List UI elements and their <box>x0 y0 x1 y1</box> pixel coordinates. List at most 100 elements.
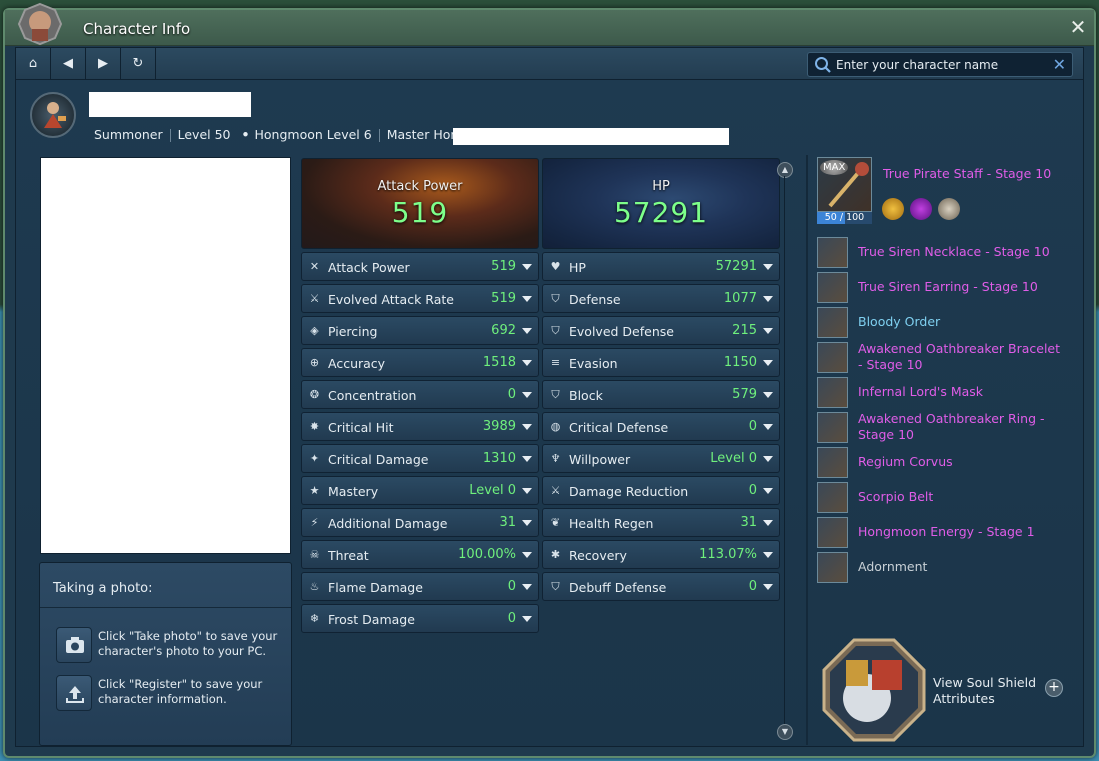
gem-slot-2-icon[interactable] <box>910 198 932 220</box>
stat-row[interactable]: ♥ HP 57291 <box>542 252 780 281</box>
dropdown-arrow-icon[interactable] <box>763 392 773 398</box>
shield-icon: ⛉ <box>551 292 560 305</box>
stats-scrollbar[interactable]: ▲ ▼ <box>776 158 794 744</box>
equipment-item-icon[interactable] <box>817 447 848 478</box>
upload-icon[interactable] <box>56 675 92 711</box>
equipment-item-icon[interactable] <box>817 552 848 583</box>
dropdown-arrow-icon[interactable] <box>522 584 532 590</box>
dropdown-arrow-icon[interactable] <box>522 360 532 366</box>
stat-row[interactable]: ❂ Concentration 0 <box>301 380 539 409</box>
dropdown-arrow-icon[interactable] <box>522 616 532 622</box>
weapon-name[interactable]: True Pirate Staff - Stage 10 <box>883 166 1051 181</box>
weapon-slot[interactable]: MAX <box>817 157 872 212</box>
stat-row[interactable]: ♆ Willpower Level 0 <box>542 444 780 473</box>
window-title: Character Info <box>83 20 191 38</box>
dropdown-arrow-icon[interactable] <box>763 328 773 334</box>
equipment-item-icon[interactable] <box>817 237 848 268</box>
willpower-icon: ♆ <box>550 452 561 465</box>
dropdown-arrow-icon[interactable] <box>763 264 773 270</box>
equipment-item-icon[interactable] <box>817 412 848 443</box>
soul-shield-icon[interactable] <box>822 638 926 742</box>
stat-row[interactable]: ✱ Recovery 113.07% <box>542 540 780 569</box>
back-icon[interactable]: ◀ <box>51 48 86 80</box>
equipment-item[interactable]: Bloody Order <box>817 306 1067 339</box>
stat-row[interactable]: ◈ Piercing 692 <box>301 316 539 345</box>
gem-slot-1-icon[interactable] <box>882 198 904 220</box>
dropdown-arrow-icon[interactable] <box>763 488 773 494</box>
equipment-item-icon[interactable] <box>817 517 848 548</box>
equipment-item-icon[interactable] <box>817 342 848 373</box>
equipment-item[interactable]: True Siren Necklace - Stage 10 <box>817 236 1067 269</box>
equipment-item[interactable]: Infernal Lord's Mask <box>817 376 1067 409</box>
concentration-icon: ❂ <box>309 388 320 401</box>
dropdown-arrow-icon[interactable] <box>763 456 773 462</box>
dropdown-arrow-icon[interactable] <box>522 488 532 494</box>
evasion-icon: ≡ <box>550 356 561 369</box>
stat-value: 0 <box>507 611 516 626</box>
stat-row[interactable]: ☠ Threat 100.00% <box>301 540 539 569</box>
stat-row[interactable]: ⊕ Accuracy 1518 <box>301 348 539 377</box>
equipment-item-name: Hongmoon Energy - Stage 1 <box>858 524 1035 539</box>
stat-row[interactable]: ❦ Health Regen 31 <box>542 508 780 537</box>
guild-name-redacted <box>453 128 729 145</box>
refresh-icon[interactable]: ↻ <box>121 48 156 80</box>
stat-row[interactable]: ⛉ Evolved Defense 215 <box>542 316 780 345</box>
equipment-item[interactable]: Scorpio Belt <box>817 481 1067 514</box>
search-input[interactable] <box>836 55 1036 75</box>
stat-row[interactable]: ✸ Critical Hit 3989 <box>301 412 539 441</box>
equipment-item[interactable]: Adornment <box>817 551 1067 584</box>
stat-label: Additional Damage <box>328 516 448 531</box>
dropdown-arrow-icon[interactable] <box>522 552 532 558</box>
stat-row[interactable]: ⚔ Damage Reduction 0 <box>542 476 780 505</box>
equipment-item-icon[interactable] <box>817 307 848 338</box>
equipment-item-icon[interactable] <box>817 272 848 303</box>
title-bar[interactable]: Character Info ✕ <box>5 2 1094 46</box>
home-icon[interactable]: ⌂ <box>16 48 51 80</box>
equipment-item-icon[interactable] <box>817 377 848 408</box>
stat-row[interactable]: ♨ Flame Damage 0 <box>301 572 539 601</box>
plus-icon[interactable]: + <box>1045 679 1063 697</box>
equipment-item-icon[interactable] <box>817 482 848 513</box>
equipment-item[interactable]: Regium Corvus <box>817 446 1067 479</box>
scroll-up-icon[interactable]: ▲ <box>777 162 793 178</box>
equipment-item-name: Adornment <box>858 559 928 574</box>
dropdown-arrow-icon[interactable] <box>763 424 773 430</box>
dropdown-arrow-icon[interactable] <box>522 296 532 302</box>
frost-icon: ❄ <box>309 612 320 625</box>
equipment-item[interactable]: True Siren Earring - Stage 10 <box>817 271 1067 304</box>
stat-value: 113.07% <box>699 547 757 562</box>
scroll-track[interactable] <box>784 176 785 724</box>
equipment-item[interactable]: Awakened Oathbreaker Bracelet - Stage 10 <box>817 341 1067 374</box>
clear-search-icon[interactable]: ✕ <box>1053 55 1066 74</box>
dropdown-arrow-icon[interactable] <box>522 392 532 398</box>
stat-row[interactable]: ⛉ Block 579 <box>542 380 780 409</box>
dropdown-arrow-icon[interactable] <box>763 296 773 302</box>
stat-row[interactable]: ✦ Critical Damage 1310 <box>301 444 539 473</box>
stat-row[interactable]: ⛉ Defense 1077 <box>542 284 780 313</box>
attack-power-banner: Attack Power 519 <box>301 158 539 249</box>
stat-row[interactable]: ⛉ Debuff Defense 0 <box>542 572 780 601</box>
dropdown-arrow-icon[interactable] <box>763 552 773 558</box>
stat-row[interactable]: ⚔ Evolved Attack Rate 519 <box>301 284 539 313</box>
equipment-item[interactable]: Hongmoon Energy - Stage 1 <box>817 516 1067 549</box>
camera-icon[interactable] <box>56 627 92 663</box>
dropdown-arrow-icon[interactable] <box>522 328 532 334</box>
forward-icon[interactable]: ▶ <box>86 48 121 80</box>
dropdown-arrow-icon[interactable] <box>522 456 532 462</box>
stat-row[interactable]: ⚡ Additional Damage 31 <box>301 508 539 537</box>
dropdown-arrow-icon[interactable] <box>763 360 773 366</box>
stat-row[interactable]: ≡ Evasion 1150 <box>542 348 780 377</box>
dropdown-arrow-icon[interactable] <box>522 520 532 526</box>
stat-row[interactable]: ◍ Critical Defense 0 <box>542 412 780 441</box>
stat-row[interactable]: ✕ Attack Power 519 <box>301 252 539 281</box>
dropdown-arrow-icon[interactable] <box>763 584 773 590</box>
gem-slot-3-icon[interactable] <box>938 198 960 220</box>
close-icon[interactable]: ✕ <box>1068 17 1088 38</box>
stat-row[interactable]: ★ Mastery Level 0 <box>301 476 539 505</box>
dropdown-arrow-icon[interactable] <box>522 424 532 430</box>
scroll-down-icon[interactable]: ▼ <box>777 724 793 740</box>
dropdown-arrow-icon[interactable] <box>522 264 532 270</box>
equipment-item[interactable]: Awakened Oathbreaker Ring - Stage 10 <box>817 411 1067 444</box>
stat-row[interactable]: ❄ Frost Damage 0 <box>301 604 539 633</box>
dropdown-arrow-icon[interactable] <box>763 520 773 526</box>
